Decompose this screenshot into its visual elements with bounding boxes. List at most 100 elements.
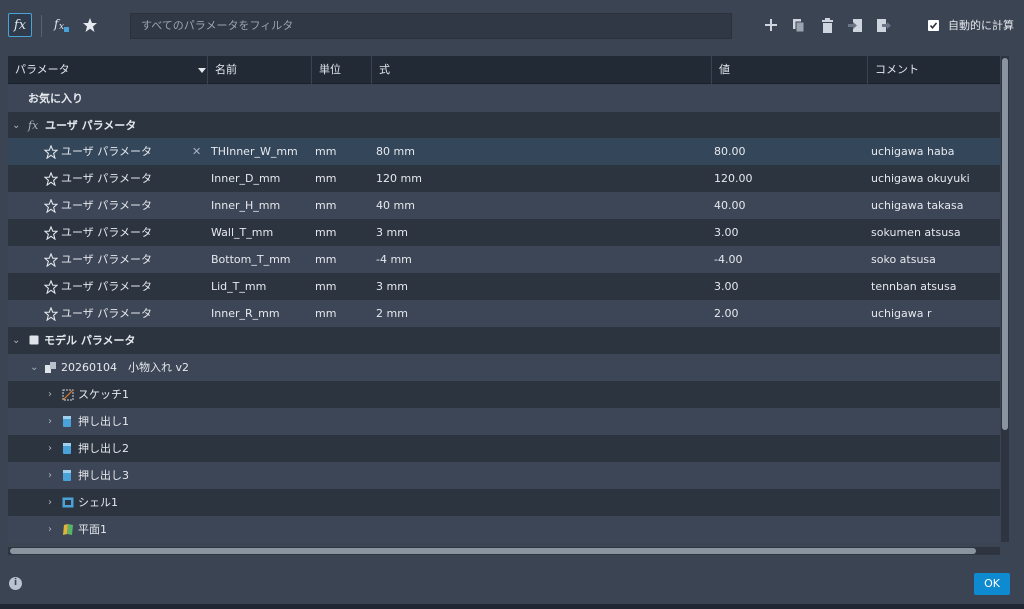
row-unit[interactable]: mm (315, 273, 336, 300)
row-value: 2.00 (714, 307, 739, 320)
row-unit[interactable]: mm (315, 246, 336, 273)
component-row[interactable]: ⌄ 20260104 小物入れ v2 (8, 354, 1000, 381)
row-comment[interactable]: uchigawa haba (871, 138, 954, 165)
feature-row-shell[interactable]: › シェル1 (8, 489, 1000, 516)
table-row[interactable]: ユーザ パラメータ Bottom_T_mm mm -4 mm -4.00 sok… (8, 246, 1000, 273)
filter-input[interactable]: すべてのパラメータをフィルタ (130, 13, 732, 39)
chevron-right-icon[interactable]: › (48, 381, 52, 408)
chevron-down-icon[interactable]: ⌄ (12, 327, 20, 354)
row-unit[interactable]: mm (315, 192, 336, 219)
column-header-name[interactable]: 名前 (208, 56, 312, 84)
row-name[interactable]: Bottom_T_mm (211, 246, 291, 273)
fx-icon[interactable]: fx (8, 13, 32, 37)
chevron-down-icon[interactable]: ⌄ (30, 354, 38, 381)
table-row[interactable]: ユーザ パラメータ Wall_T_mm mm 3 mm 3.00 sokumen… (8, 219, 1000, 246)
toolbar-separator (41, 15, 42, 37)
model-parameters-group-row[interactable]: ⌄ モデル パラメータ (8, 327, 1000, 354)
chevron-right-icon[interactable]: › (48, 462, 52, 489)
table-row[interactable]: ユーザ パラメータ Inner_D_mm mm 120 mm 120.00 uc… (8, 165, 1000, 192)
copy-icon[interactable] (790, 16, 808, 34)
star-outline-icon[interactable] (44, 172, 58, 186)
star-outline-icon[interactable] (44, 145, 58, 159)
row-name[interactable]: Inner_R_mm (211, 300, 280, 327)
row-comment[interactable]: uchigawa r (871, 300, 932, 327)
add-icon[interactable] (762, 16, 780, 34)
row-name[interactable]: Inner_D_mm (211, 165, 280, 192)
feature-row-extrude[interactable]: › 押し出し3 (8, 462, 1000, 489)
row-unit[interactable]: mm (315, 300, 336, 327)
star-outline-icon[interactable] (44, 307, 58, 321)
star-outline-icon[interactable] (44, 253, 58, 267)
feature-label: シェル1 (78, 496, 118, 509)
ok-button[interactable]: OK (974, 573, 1010, 595)
horizontal-scroll-thumb[interactable] (10, 548, 976, 554)
chevron-right-icon[interactable]: › (48, 435, 52, 462)
row-comment[interactable]: sokumen atsusa (871, 219, 961, 246)
star-outline-icon[interactable] (44, 199, 58, 213)
feature-row-extrude[interactable]: › 押し出し2 (8, 435, 1000, 462)
row-name[interactable]: THInner_W_mm (211, 138, 298, 165)
row-unit[interactable]: mm (315, 219, 336, 246)
row-comment[interactable]: uchigawa takasa (871, 192, 963, 219)
row-name[interactable]: Wall_T_mm (211, 219, 273, 246)
close-icon[interactable]: ✕ (192, 138, 201, 165)
component-icon (45, 362, 56, 373)
row-comment[interactable]: tennban atsusa (871, 273, 956, 300)
shell-icon (62, 497, 74, 508)
row-expression[interactable]: -4 mm (376, 246, 412, 273)
column-header-comment[interactable]: コメント (868, 56, 1000, 84)
row-parameter-type: ユーザ パラメータ (61, 199, 152, 212)
column-label: 値 (719, 63, 730, 76)
feature-row-plane[interactable]: › 平面1 (8, 516, 1000, 542)
row-expression[interactable]: 40 mm (376, 192, 415, 219)
table-row[interactable]: ユーザ パラメータ Lid_T_mm mm 3 mm 3.00 tennban … (8, 273, 1000, 300)
row-name[interactable]: Lid_T_mm (211, 273, 266, 300)
column-header-value[interactable]: 値 (712, 56, 868, 84)
row-name[interactable]: Inner_H_mm (211, 192, 280, 219)
table-row[interactable]: ユーザ パラメータ ✕ THInner_W_mm mm 80 mm 80.00 … (8, 138, 1000, 165)
row-expression[interactable]: 80 mm (376, 138, 415, 165)
row-unit[interactable]: mm (315, 138, 336, 165)
column-label: パラメータ (15, 63, 70, 76)
delete-icon[interactable] (818, 16, 836, 34)
chevron-right-icon[interactable]: › (48, 408, 52, 435)
row-expression[interactable]: 2 mm (376, 300, 408, 327)
toolbar: fx f x すべてのパラメータをフィルタ 自動的に計算 (0, 0, 1024, 54)
favorites-group-row[interactable]: お気に入り (8, 85, 1000, 112)
row-unit[interactable]: mm (315, 165, 336, 192)
row-expression[interactable]: 3 mm (376, 219, 408, 246)
auto-compute-toggle[interactable]: 自動的に計算 (928, 17, 1014, 33)
info-icon[interactable]: i (9, 577, 22, 590)
chevron-right-icon[interactable]: › (48, 516, 52, 542)
feature-row-extrude[interactable]: › 押し出し1 (8, 408, 1000, 435)
row-parameter-type: ユーザ パラメータ (61, 226, 152, 239)
import-icon[interactable] (846, 16, 864, 34)
row-expression[interactable]: 3 mm (376, 273, 408, 300)
star-outline-icon[interactable] (44, 226, 58, 240)
column-header-parameter[interactable]: パラメータ (8, 56, 208, 84)
star-outline-icon[interactable] (44, 280, 58, 294)
chevron-down-icon[interactable]: ⌄ (12, 112, 20, 139)
sort-arrow-icon[interactable] (198, 68, 206, 73)
row-comment[interactable]: soko atsusa (871, 246, 936, 273)
vertical-scroll-thumb[interactable] (1002, 58, 1008, 430)
vertical-scrollbar[interactable] (1001, 56, 1009, 542)
feature-row-sketch[interactable]: › スケッチ1 (8, 381, 1000, 408)
row-comment[interactable]: uchigawa okuyuki (871, 165, 970, 192)
column-header-unit[interactable]: 単位 (312, 56, 372, 84)
table-row[interactable]: ユーザ パラメータ Inner_H_mm mm 40 mm 40.00 uchi… (8, 192, 1000, 219)
column-header-expression[interactable]: 式 (372, 56, 712, 84)
user-parameters-group-row[interactable]: ⌄ fx ユーザ パラメータ (8, 112, 1000, 139)
star-icon[interactable] (80, 15, 100, 35)
horizontal-scrollbar[interactable] (8, 547, 1000, 555)
filter-placeholder: すべてのパラメータをフィルタ (141, 19, 294, 32)
export-icon[interactable] (874, 16, 892, 34)
fx-label: fx (13, 17, 27, 33)
row-value: 3.00 (714, 280, 739, 293)
add-favorite-parameter-icon[interactable]: f x (52, 15, 72, 35)
chevron-right-icon[interactable]: › (48, 489, 52, 516)
table-row[interactable]: ユーザ パラメータ Inner_R_mm mm 2 mm 2.00 uchiga… (8, 300, 1000, 327)
auto-compute-checkbox[interactable] (928, 19, 939, 31)
row-expression[interactable]: 120 mm (376, 165, 422, 192)
column-label: コメント (875, 63, 919, 76)
